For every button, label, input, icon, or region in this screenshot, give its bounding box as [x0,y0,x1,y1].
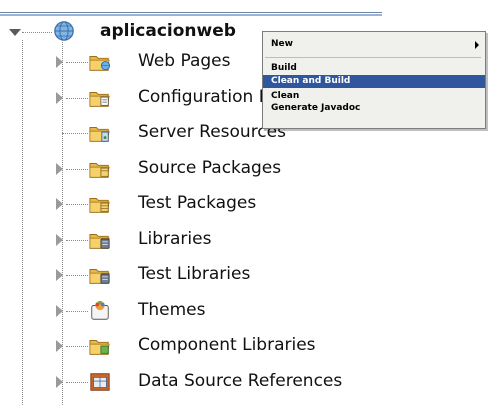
tree-item-component-libraries[interactable]: Component Libraries [0,331,380,361]
folder-web-icon [89,56,111,71]
menu-item-label: Build [271,63,297,73]
tree-connector [66,382,88,384]
tree-item-label: Source Packages [138,158,282,178]
tree-connector [66,240,88,242]
tree-item-label: Web Pages [138,51,231,71]
menu-item-label: Clean and Build [271,76,351,86]
collapse-arrow-icon[interactable] [9,29,21,36]
tree-item-data-source-references[interactable]: Data Source References [0,367,380,397]
context-menu: New Build Clean and Build Clean Generate… [262,31,486,129]
tree-item-test-libraries[interactable]: Test Libraries [0,260,380,290]
tree-connector [66,346,88,348]
tree-item-themes[interactable]: Themes [0,296,380,326]
tree-root[interactable]: aplicacionweb [0,17,260,47]
tree-connector [62,133,88,135]
project-tree: aplicacionweb Web Pages Configuration Fil… [0,0,488,405]
folder-config-icon [89,92,110,107]
tree-guide-line [62,42,64,405]
submenu-arrow-icon [475,41,479,49]
tree-item-source-packages[interactable]: Source Packages [0,154,380,184]
tree-item-label: Test Libraries [138,264,251,284]
tree-connector [22,32,52,34]
tree-connector [66,204,88,206]
menu-item-label: Generate Javadoc [271,103,361,113]
tree-item-label: Component Libraries [138,335,316,355]
themes-icon [91,300,109,320]
menu-item-clean-and-build[interactable]: Clean and Build [263,75,485,88]
tree-item-label: Data Source References [138,371,343,391]
menu-separator [265,57,481,58]
data-source-icon [90,373,110,391]
tree-connector [66,98,88,100]
menu-item-build[interactable]: Build [263,62,485,75]
project-name: aplicacionweb [100,21,236,41]
menu-item-new[interactable]: New [263,38,485,51]
folder-server-icon [89,127,110,142]
tree-item-label: Themes [138,300,206,320]
tree-connector [66,62,88,64]
tree-connector [66,311,88,313]
tree-item-libraries[interactable]: Libraries [0,225,380,255]
tree-connector [66,275,88,277]
tree-connector [66,169,88,171]
folder-library-icon [89,234,110,249]
tree-item-label: Test Packages [138,193,257,213]
menu-item-generate-javadoc[interactable]: Generate Javadoc [263,102,485,115]
folder-test-library-icon [89,269,110,284]
folder-component-icon [89,340,110,355]
folder-test-icon [89,198,110,213]
globe-icon [54,21,74,41]
menu-item-label: New [271,39,293,49]
tree-item-label: Libraries [138,229,212,249]
tree-item-test-packages[interactable]: Test Packages [0,189,380,219]
folder-source-icon [89,163,110,178]
